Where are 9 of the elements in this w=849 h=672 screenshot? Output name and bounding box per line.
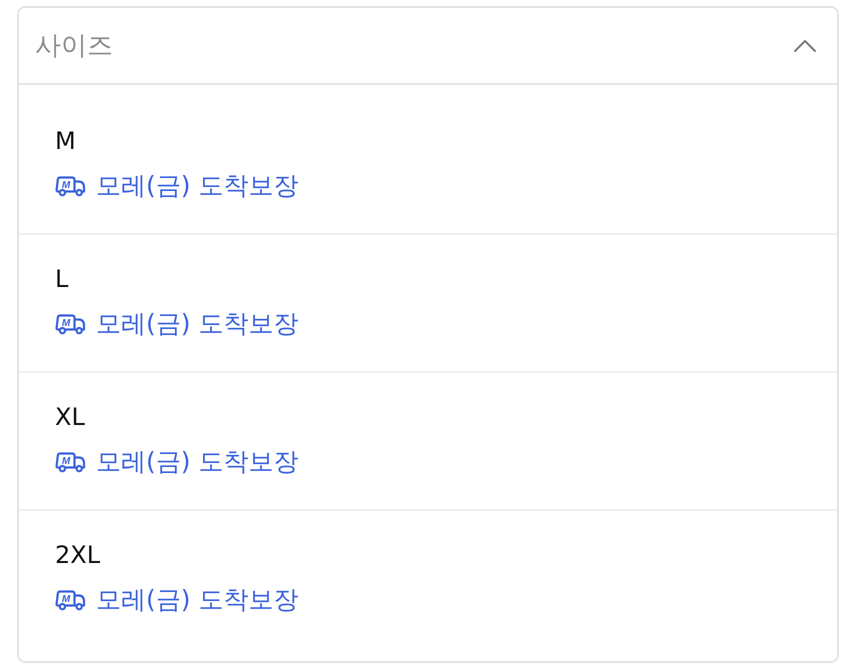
size-label[interactable]: XL <box>55 401 85 433</box>
size-label[interactable]: L <box>55 263 68 295</box>
delivery-guarantee-text: 모레(금) 도착보장 <box>96 446 298 478</box>
size-label[interactable]: 2XL <box>55 539 100 571</box>
delivery-guarantee-text: 모레(금) 도착보장 <box>96 308 298 340</box>
size-label[interactable]: M <box>55 125 76 157</box>
delivery-guarantee-text: 모레(금) 도착보장 <box>96 170 298 202</box>
delivery-guarantee-text: 모레(금) 도착보장 <box>96 584 298 616</box>
chevron-icon <box>794 39 816 52</box>
